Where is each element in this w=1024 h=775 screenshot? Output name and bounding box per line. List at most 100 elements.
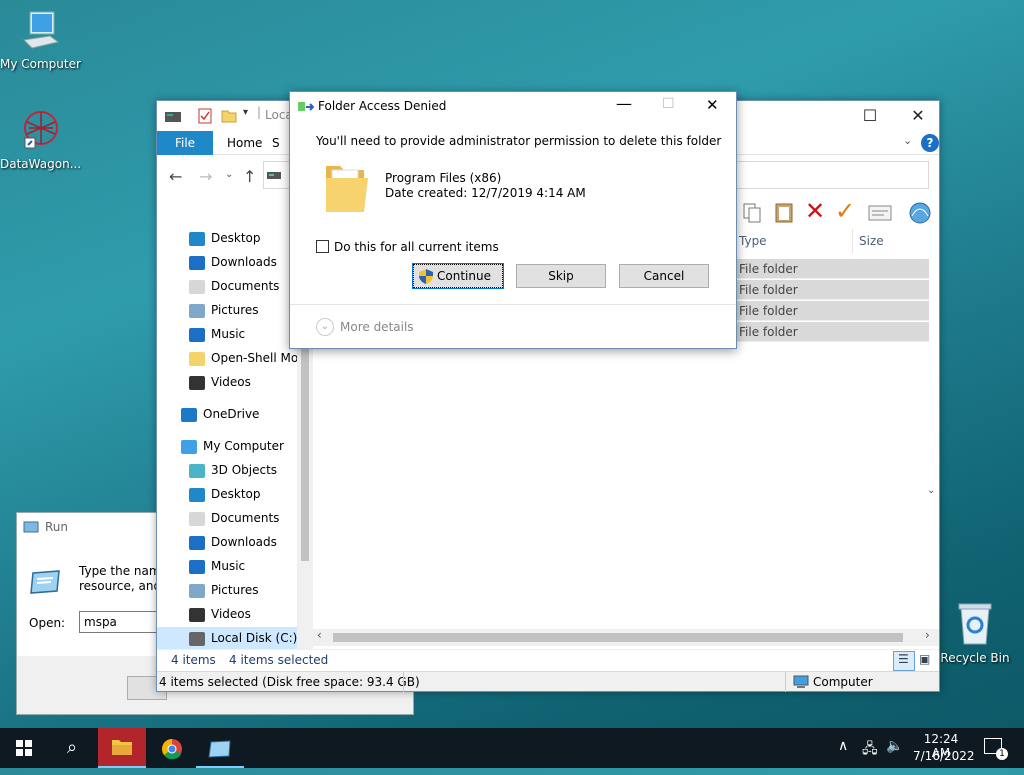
nav-item-label: Documents	[211, 279, 280, 293]
file-row[interactable]: File folder	[737, 259, 929, 279]
show-hidden-icons-icon[interactable]: ∧	[838, 738, 848, 754]
up-arrow-icon[interactable]: ↑	[243, 167, 256, 186]
nav-item[interactable]: Desktop	[189, 229, 261, 249]
desktop-icon-my-computer[interactable]: My Computer	[0, 10, 81, 71]
search-button[interactable]: ⌕	[48, 728, 96, 768]
taskbar-file-explorer[interactable]	[98, 728, 146, 768]
run-open-value: mspa	[84, 615, 117, 629]
apply-all-label[interactable]: Do this for all current items	[334, 240, 499, 254]
scroll-down-icon[interactable]: ⌄	[927, 485, 935, 496]
nav-item[interactable]: Videos	[189, 603, 251, 625]
file-row[interactable]: File folder	[737, 322, 929, 342]
maximize-button[interactable]: ☐	[662, 96, 675, 112]
forward-arrow-icon[interactable]: →	[199, 167, 212, 186]
tab-home[interactable]: Home	[213, 131, 276, 155]
delete-icon[interactable]: ✕	[805, 197, 825, 225]
large-icons-view-icon: ▣	[919, 652, 931, 666]
network-globe-icon	[24, 111, 58, 149]
tab-file[interactable]: File	[157, 131, 213, 155]
music-icon	[189, 559, 205, 574]
nav-item-label: Open-Shell Mod	[211, 351, 306, 365]
nav-item[interactable]: Documents	[189, 275, 279, 297]
horizontal-scrollbar[interactable]: ‹ ›	[313, 628, 939, 646]
folder-icon	[326, 166, 368, 212]
computer-icon	[793, 675, 809, 688]
volume-icon[interactable]: 🔈	[886, 738, 903, 754]
nav-item[interactable]: Downloads	[189, 531, 277, 553]
recent-locations-icon[interactable]: ⌄	[225, 169, 233, 180]
nav-item[interactable]: Pictures	[189, 299, 259, 321]
nav-item-label: Pictures	[211, 303, 259, 317]
nav-item[interactable]: Pictures	[189, 579, 259, 601]
nav-item[interactable]: 3D Objects	[189, 459, 277, 481]
nav-item[interactable]: Music	[189, 555, 245, 577]
more-details-chevron-icon[interactable]: ⌄	[316, 318, 334, 336]
skip-button[interactable]: Skip	[516, 264, 606, 288]
search-box[interactable]: )	[727, 161, 929, 189]
file-row[interactable]: File folder	[737, 280, 929, 300]
nav-item-label: Documents	[211, 511, 280, 525]
properties-icon[interactable]	[197, 108, 213, 124]
back-arrow-icon[interactable]: ←	[169, 167, 182, 186]
close-button[interactable]: ✕	[895, 101, 941, 131]
scroll-thumb[interactable]	[333, 633, 903, 642]
properties-card-icon[interactable]	[868, 205, 892, 221]
nav-item[interactable]: Open-Shell Mod	[189, 347, 306, 369]
help-icon[interactable]: ?	[921, 134, 939, 152]
cancel-button[interactable]: Cancel	[619, 264, 709, 288]
details-view-button[interactable]: ☰	[893, 651, 915, 671]
taskbar-chrome[interactable]	[148, 728, 196, 768]
apply-all-checkbox[interactable]	[316, 240, 329, 253]
continue-label: Continue	[437, 269, 491, 283]
rename-check-icon[interactable]: ✓	[835, 197, 855, 225]
shell-icon[interactable]	[907, 200, 933, 224]
new-folder-icon[interactable]	[221, 108, 237, 124]
more-details-link[interactable]: More details	[340, 320, 414, 334]
paste-icon[interactable]	[774, 201, 794, 223]
download-icon	[189, 535, 205, 550]
run-app-icon	[30, 570, 60, 594]
desktop-icon-recycle-bin[interactable]: Recycle Bin	[935, 600, 1015, 665]
nav-item-label: Music	[211, 327, 246, 341]
taskbar-run[interactable]	[196, 728, 244, 768]
large-icons-view-button[interactable]: ▣	[917, 651, 935, 671]
nav-item[interactable]: Local Disk (C:)	[157, 627, 297, 649]
copy-icon[interactable]	[742, 202, 762, 224]
tab-share[interactable]: S	[272, 131, 280, 155]
run-icon	[23, 521, 39, 533]
quick-access-dropdown-icon[interactable]: ▾	[243, 107, 248, 118]
nav-item[interactable]: Desktop	[189, 483, 261, 505]
clock-date[interactable]: 7/16/2022	[913, 749, 975, 763]
minimize-button[interactable]: —	[616, 94, 632, 113]
nav-item[interactable]: My Computer	[181, 435, 284, 457]
nav-item-label: 3D Objects	[211, 463, 278, 477]
column-size[interactable]: Size	[857, 229, 933, 253]
scroll-left-icon[interactable]: ‹	[317, 628, 322, 642]
start-button[interactable]	[0, 728, 48, 768]
network-icon[interactable]: 🖧	[862, 738, 878, 762]
scroll-right-icon[interactable]: ›	[925, 628, 930, 642]
chrome-icon	[162, 739, 182, 760]
nav-item[interactable]: Videos	[189, 371, 251, 393]
ribbon-expand-icon[interactable]: ⌄	[903, 134, 912, 147]
file-row[interactable]: File folder	[737, 301, 929, 321]
desktop-icon-datawagon[interactable]: DataWagon...	[0, 108, 81, 171]
nav-item-label: My Computer	[203, 439, 284, 453]
nav-item[interactable]: OneDrive	[181, 403, 259, 425]
maximize-button[interactable]: ☐	[847, 101, 893, 131]
details-view-icon: ☰	[898, 652, 909, 666]
column-type[interactable]: Type	[737, 229, 853, 253]
status-bar: 4 items 4 items selected ☰ ▣	[157, 649, 939, 671]
nav-item[interactable]: Downloads	[189, 251, 277, 273]
cube-icon	[189, 463, 205, 478]
nav-item[interactable]: Music	[189, 323, 245, 345]
run-title: Run	[45, 520, 69, 534]
navigation-pane: Desktop Downloads Documents Pictures Music Op…	[157, 229, 307, 649]
details-bar: 4 items selected (Disk free space: 93.4 …	[157, 671, 939, 692]
continue-button[interactable]: Continue	[412, 263, 504, 289]
close-button[interactable]: ✕	[706, 96, 719, 114]
nav-item[interactable]: Documents	[189, 507, 279, 529]
pictures-icon	[189, 303, 205, 318]
move-folder-icon	[298, 102, 314, 111]
dialog-title-bar[interactable]: Folder Access Denied — ☐ ✕	[290, 92, 736, 120]
